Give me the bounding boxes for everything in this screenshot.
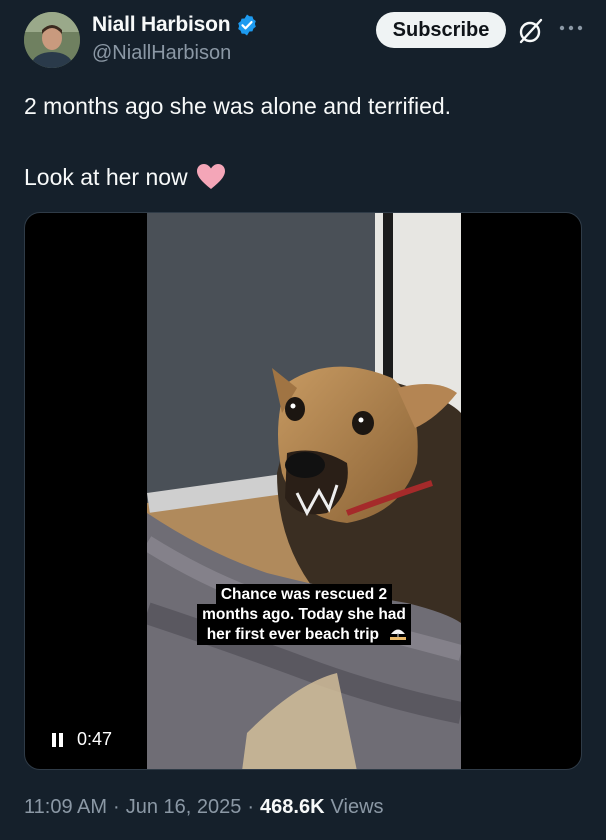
post-date[interactable]: Jun 16, 2025	[126, 796, 242, 819]
post-text-line-1: 2 months ago she was alone and terrified…	[24, 93, 452, 119]
post-time[interactable]: 11:09 AM	[24, 796, 107, 819]
avatar-image	[24, 12, 80, 68]
caption-line-1: Chance was rescued 2	[215, 584, 393, 605]
video-elapsed-time: 0:47	[77, 729, 113, 749]
verified-badge-icon	[235, 13, 259, 37]
video-caption: Chance was rescued 2 months ago. Today s…	[186, 584, 422, 645]
pause-icon[interactable]	[51, 732, 65, 748]
post-header: Niall Harbison @NiallHarbison Subscribe	[0, 0, 606, 80]
author-name-row: Niall Harbison	[92, 13, 259, 37]
post-meta: 11:09 AM · Jun 16, 2025 · 468.6K Views	[24, 796, 384, 819]
video-controls: 0:47	[51, 729, 112, 750]
video-player[interactable]: Chance was rescued 2 months ago. Today s…	[24, 212, 582, 770]
meta-separator: ·	[113, 796, 120, 818]
meta-separator: ·	[247, 796, 255, 818]
post-text-line-2: Look at her now	[24, 163, 188, 190]
author-handle[interactable]: @NiallHarbison	[92, 42, 231, 65]
views-count: 468.6K	[260, 796, 325, 818]
pink-heart-icon	[196, 163, 226, 191]
beach-umbrella-icon	[390, 629, 407, 640]
author-name[interactable]: Niall Harbison	[92, 13, 231, 37]
caption-line-2: months ago. Today she had	[197, 604, 411, 625]
subscribe-button[interactable]: Subscribe	[376, 12, 506, 48]
grok-icon[interactable]	[516, 16, 546, 46]
post-text-line-2-row: Look at her now	[24, 163, 226, 191]
video-frame	[147, 213, 461, 769]
more-icon[interactable]	[554, 14, 588, 44]
views-label: Views	[330, 796, 384, 818]
caption-line-3: her first ever beach trip	[201, 624, 384, 645]
dog-video-still	[147, 213, 461, 769]
avatar[interactable]	[24, 12, 80, 68]
